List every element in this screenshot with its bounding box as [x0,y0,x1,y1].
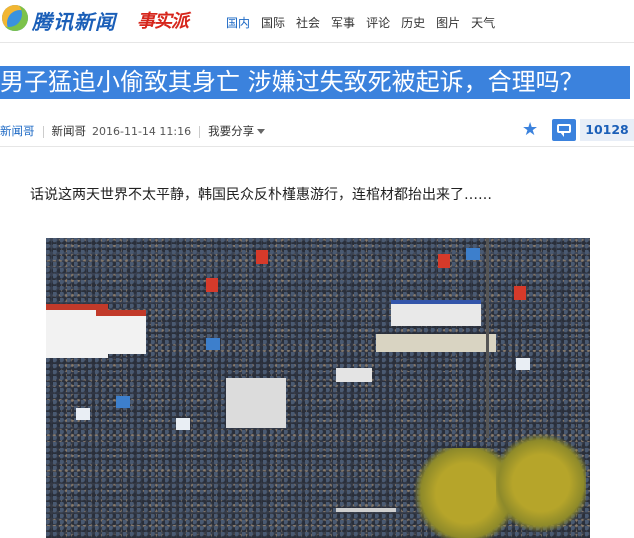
nav-item-history[interactable]: 历史 [401,14,425,31]
share-label: 我要分享 [208,124,255,138]
photo-float-base [376,334,496,352]
meta-divider [199,125,201,138]
photo-flag [466,248,480,260]
nav-item-military[interactable]: 军事 [331,14,355,31]
photo-flag [438,254,450,268]
article-meta: 新闻哥 新闻哥 2016-11-14 11:16 我要分享 [0,123,266,139]
header-divider [0,42,634,43]
photo-flag [514,286,526,300]
article-source[interactable]: 新闻哥 [0,124,35,138]
photo-flag [206,338,220,350]
photo-flag [256,250,268,264]
article-photo-protest-crowd [46,238,590,538]
nav-item-international[interactable]: 国际 [261,14,285,31]
star-icon[interactable]: ★ [522,120,538,140]
photo-sign [336,368,372,382]
article-author: 新闻哥 [51,124,87,138]
site-logo-text[interactable]: 腾讯新闻 [32,6,116,35]
photo-tree [496,428,586,538]
publish-time: 2016-11-14 11:16 [92,125,192,138]
photo-flag [516,358,530,370]
photo-lamp-post [486,238,489,438]
nav-item-pictures[interactable]: 图片 [436,14,460,31]
photo-flag [176,418,190,430]
column-badge[interactable]: 事实派 [137,7,189,33]
photo-railing [336,508,396,512]
chevron-down-icon [257,129,266,134]
comment-count[interactable]: 10128 [580,119,634,141]
photo-banners [226,378,286,428]
photo-flag [76,408,90,420]
channel-nav: 国内 国际 社会 军事 评论 历史 图片 天气 [226,14,506,31]
meta-divider [42,125,44,138]
photo-flag [206,278,218,292]
nav-item-domestic[interactable]: 国内 [226,14,250,31]
nav-item-commentary[interactable]: 评论 [366,14,390,31]
share-button[interactable]: 我要分享 [208,124,266,138]
meta-divider-line [0,146,634,147]
comment-icon[interactable] [552,119,576,141]
nav-item-weather[interactable]: 天气 [471,14,495,31]
site-header: 腾讯新闻 事实派 国内 国际 社会 军事 评论 历史 图片 天气 [0,0,634,42]
photo-tent [96,310,146,354]
article-title: 男子猛追小偷致其身亡 涉嫌过失致死被起诉，合理吗？ [0,66,630,99]
article-intro: 话说这两天世界不太平静，韩国民众反朴槿惠游行，连棺材都抬出来了…… [30,187,492,203]
photo-flag [116,396,130,408]
tencent-news-logo-icon[interactable] [2,5,28,31]
nav-item-society[interactable]: 社会 [296,14,320,31]
photo-coffin-float [391,300,481,326]
